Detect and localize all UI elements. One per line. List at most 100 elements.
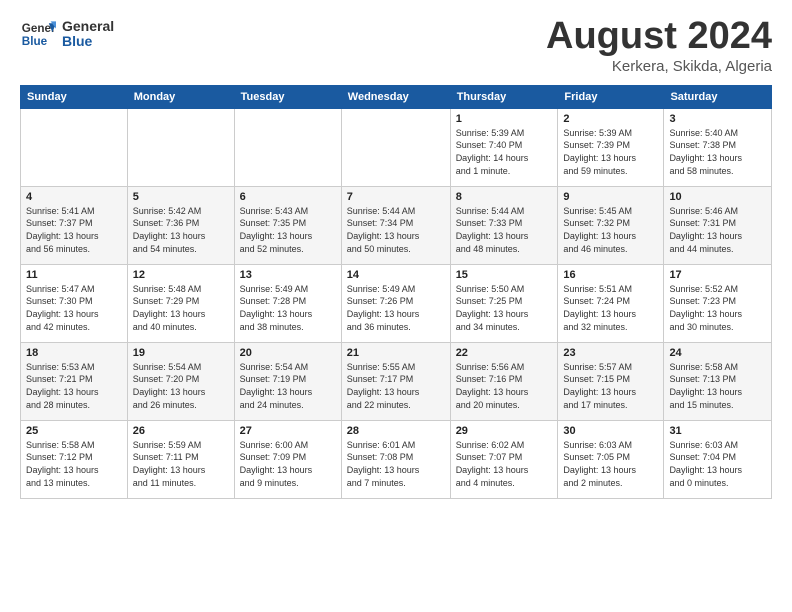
day-info: Sunrise: 5:46 AMSunset: 7:31 PMDaylight:… bbox=[669, 205, 766, 255]
day-number: 7 bbox=[347, 191, 445, 203]
calendar-cell bbox=[341, 108, 450, 186]
day-number: 31 bbox=[669, 425, 766, 437]
day-info: Sunrise: 5:41 AMSunset: 7:37 PMDaylight:… bbox=[26, 205, 122, 255]
col-monday: Monday bbox=[127, 85, 234, 108]
calendar-cell: 31 Sunrise: 6:03 AMSunset: 7:04 PMDayligh… bbox=[664, 420, 772, 498]
calendar-cell: 30 Sunrise: 6:03 AMSunset: 7:05 PMDayligh… bbox=[558, 420, 664, 498]
day-info: Sunrise: 5:50 AMSunset: 7:25 PMDaylight:… bbox=[456, 283, 553, 333]
day-info: Sunrise: 5:44 AMSunset: 7:33 PMDaylight:… bbox=[456, 205, 553, 255]
calendar-cell: 4 Sunrise: 5:41 AMSunset: 7:37 PMDaylight… bbox=[21, 186, 128, 264]
day-number: 2 bbox=[563, 113, 658, 125]
day-number: 30 bbox=[563, 425, 658, 437]
day-number: 15 bbox=[456, 269, 553, 281]
day-info: Sunrise: 5:49 AMSunset: 7:28 PMDaylight:… bbox=[240, 283, 336, 333]
col-sunday: Sunday bbox=[21, 85, 128, 108]
day-number: 3 bbox=[669, 113, 766, 125]
col-thursday: Thursday bbox=[450, 85, 558, 108]
calendar-cell: 11 Sunrise: 5:47 AMSunset: 7:30 PMDayligh… bbox=[21, 264, 128, 342]
calendar: Sunday Monday Tuesday Wednesday Thursday… bbox=[20, 85, 772, 499]
day-number: 14 bbox=[347, 269, 445, 281]
week-row-2: 4 Sunrise: 5:41 AMSunset: 7:37 PMDaylight… bbox=[21, 186, 772, 264]
day-info: Sunrise: 5:43 AMSunset: 7:35 PMDaylight:… bbox=[240, 205, 336, 255]
calendar-cell: 12 Sunrise: 5:48 AMSunset: 7:29 PMDayligh… bbox=[127, 264, 234, 342]
day-number: 23 bbox=[563, 347, 658, 359]
day-info: Sunrise: 5:59 AMSunset: 7:11 PMDaylight:… bbox=[133, 439, 229, 489]
day-info: Sunrise: 5:56 AMSunset: 7:16 PMDaylight:… bbox=[456, 361, 553, 411]
day-number: 16 bbox=[563, 269, 658, 281]
day-info: Sunrise: 5:42 AMSunset: 7:36 PMDaylight:… bbox=[133, 205, 229, 255]
day-number: 22 bbox=[456, 347, 553, 359]
calendar-cell: 7 Sunrise: 5:44 AMSunset: 7:34 PMDaylight… bbox=[341, 186, 450, 264]
day-number: 13 bbox=[240, 269, 336, 281]
day-info: Sunrise: 5:39 AMSunset: 7:40 PMDaylight:… bbox=[456, 127, 553, 177]
day-info: Sunrise: 5:54 AMSunset: 7:19 PMDaylight:… bbox=[240, 361, 336, 411]
calendar-cell: 29Sunrise: 6:02 AMSunset: 7:07 PMDayligh… bbox=[450, 420, 558, 498]
calendar-cell: 20 Sunrise: 5:54 AMSunset: 7:19 PMDayligh… bbox=[234, 342, 341, 420]
calendar-cell: 14 Sunrise: 5:49 AMSunset: 7:26 PMDayligh… bbox=[341, 264, 450, 342]
calendar-cell: 27 Sunrise: 6:00 AMSunset: 7:09 PMDayligh… bbox=[234, 420, 341, 498]
day-info: Sunrise: 5:58 AMSunset: 7:13 PMDaylight:… bbox=[669, 361, 766, 411]
page: General Blue General Blue August 2024 Ke… bbox=[0, 0, 792, 612]
col-saturday: Saturday bbox=[664, 85, 772, 108]
day-info: Sunrise: 5:57 AMSunset: 7:15 PMDaylight:… bbox=[563, 361, 658, 411]
calendar-cell: 16 Sunrise: 5:51 AMSunset: 7:24 PMDayligh… bbox=[558, 264, 664, 342]
calendar-cell: 5Sunrise: 5:42 AMSunset: 7:36 PMDaylight… bbox=[127, 186, 234, 264]
day-info: Sunrise: 5:40 AMSunset: 7:38 PMDaylight:… bbox=[669, 127, 766, 177]
day-info: Sunrise: 5:48 AMSunset: 7:29 PMDaylight:… bbox=[133, 283, 229, 333]
day-number: 4 bbox=[26, 191, 122, 203]
calendar-cell bbox=[127, 108, 234, 186]
svg-text:Blue: Blue bbox=[22, 35, 48, 48]
calendar-cell: 26Sunrise: 5:59 AMSunset: 7:11 PMDayligh… bbox=[127, 420, 234, 498]
calendar-cell: 17 Sunrise: 5:52 AMSunset: 7:23 PMDayligh… bbox=[664, 264, 772, 342]
day-info: Sunrise: 5:49 AMSunset: 7:26 PMDaylight:… bbox=[347, 283, 445, 333]
calendar-cell: 13 Sunrise: 5:49 AMSunset: 7:28 PMDayligh… bbox=[234, 264, 341, 342]
day-number: 12 bbox=[133, 269, 229, 281]
logo: General Blue General Blue bbox=[20, 16, 114, 52]
logo-line1: General bbox=[62, 19, 114, 34]
day-info: Sunrise: 5:58 AMSunset: 7:12 PMDaylight:… bbox=[26, 439, 122, 489]
header: General Blue General Blue August 2024 Ke… bbox=[20, 16, 772, 75]
calendar-cell: 8Sunrise: 5:44 AMSunset: 7:33 PMDaylight… bbox=[450, 186, 558, 264]
day-number: 11 bbox=[26, 269, 122, 281]
day-info: Sunrise: 5:55 AMSunset: 7:17 PMDaylight:… bbox=[347, 361, 445, 411]
day-number: 1 bbox=[456, 113, 553, 125]
day-number: 25 bbox=[26, 425, 122, 437]
month-title: August 2024 bbox=[546, 16, 772, 58]
calendar-cell: 3 Sunrise: 5:40 AMSunset: 7:38 PMDaylight… bbox=[664, 108, 772, 186]
col-friday: Friday bbox=[558, 85, 664, 108]
day-info: Sunrise: 6:03 AMSunset: 7:04 PMDaylight:… bbox=[669, 439, 766, 489]
calendar-cell: 19Sunrise: 5:54 AMSunset: 7:20 PMDayligh… bbox=[127, 342, 234, 420]
calendar-cell: 28Sunrise: 6:01 AMSunset: 7:08 PMDayligh… bbox=[341, 420, 450, 498]
calendar-cell: 24 Sunrise: 5:58 AMSunset: 7:13 PMDayligh… bbox=[664, 342, 772, 420]
day-info: Sunrise: 6:03 AMSunset: 7:05 PMDaylight:… bbox=[563, 439, 658, 489]
day-number: 21 bbox=[347, 347, 445, 359]
day-info: Sunrise: 5:51 AMSunset: 7:24 PMDaylight:… bbox=[563, 283, 658, 333]
day-info: Sunrise: 6:00 AMSunset: 7:09 PMDaylight:… bbox=[240, 439, 336, 489]
day-info: Sunrise: 5:45 AMSunset: 7:32 PMDaylight:… bbox=[563, 205, 658, 255]
week-row-3: 11 Sunrise: 5:47 AMSunset: 7:30 PMDayligh… bbox=[21, 264, 772, 342]
calendar-cell bbox=[234, 108, 341, 186]
week-row-1: 1 Sunrise: 5:39 AMSunset: 7:40 PMDaylight… bbox=[21, 108, 772, 186]
day-info: Sunrise: 5:47 AMSunset: 7:30 PMDaylight:… bbox=[26, 283, 122, 333]
calendar-cell: 22 Sunrise: 5:56 AMSunset: 7:16 PMDayligh… bbox=[450, 342, 558, 420]
day-info: Sunrise: 5:44 AMSunset: 7:34 PMDaylight:… bbox=[347, 205, 445, 255]
week-row-5: 25 Sunrise: 5:58 AMSunset: 7:12 PMDayligh… bbox=[21, 420, 772, 498]
logo-line2: Blue bbox=[62, 34, 114, 49]
calendar-cell: 9Sunrise: 5:45 AMSunset: 7:32 PMDaylight… bbox=[558, 186, 664, 264]
calendar-cell: 10Sunrise: 5:46 AMSunset: 7:31 PMDayligh… bbox=[664, 186, 772, 264]
calendar-cell: 21 Sunrise: 5:55 AMSunset: 7:17 PMDayligh… bbox=[341, 342, 450, 420]
day-number: 20 bbox=[240, 347, 336, 359]
day-number: 17 bbox=[669, 269, 766, 281]
day-number: 6 bbox=[240, 191, 336, 203]
calendar-cell: 25 Sunrise: 5:58 AMSunset: 7:12 PMDayligh… bbox=[21, 420, 128, 498]
day-number: 27 bbox=[240, 425, 336, 437]
day-info: Sunrise: 6:02 AMSunset: 7:07 PMDaylight:… bbox=[456, 439, 553, 489]
day-info: Sunrise: 5:53 AMSunset: 7:21 PMDaylight:… bbox=[26, 361, 122, 411]
col-tuesday: Tuesday bbox=[234, 85, 341, 108]
day-info: Sunrise: 5:52 AMSunset: 7:23 PMDaylight:… bbox=[669, 283, 766, 333]
title-block: August 2024 Kerkera, Skikda, Algeria bbox=[546, 16, 772, 75]
day-number: 24 bbox=[669, 347, 766, 359]
calendar-header-row: Sunday Monday Tuesday Wednesday Thursday… bbox=[21, 85, 772, 108]
day-info: Sunrise: 5:39 AMSunset: 7:39 PMDaylight:… bbox=[563, 127, 658, 177]
week-row-4: 18Sunrise: 5:53 AMSunset: 7:21 PMDayligh… bbox=[21, 342, 772, 420]
